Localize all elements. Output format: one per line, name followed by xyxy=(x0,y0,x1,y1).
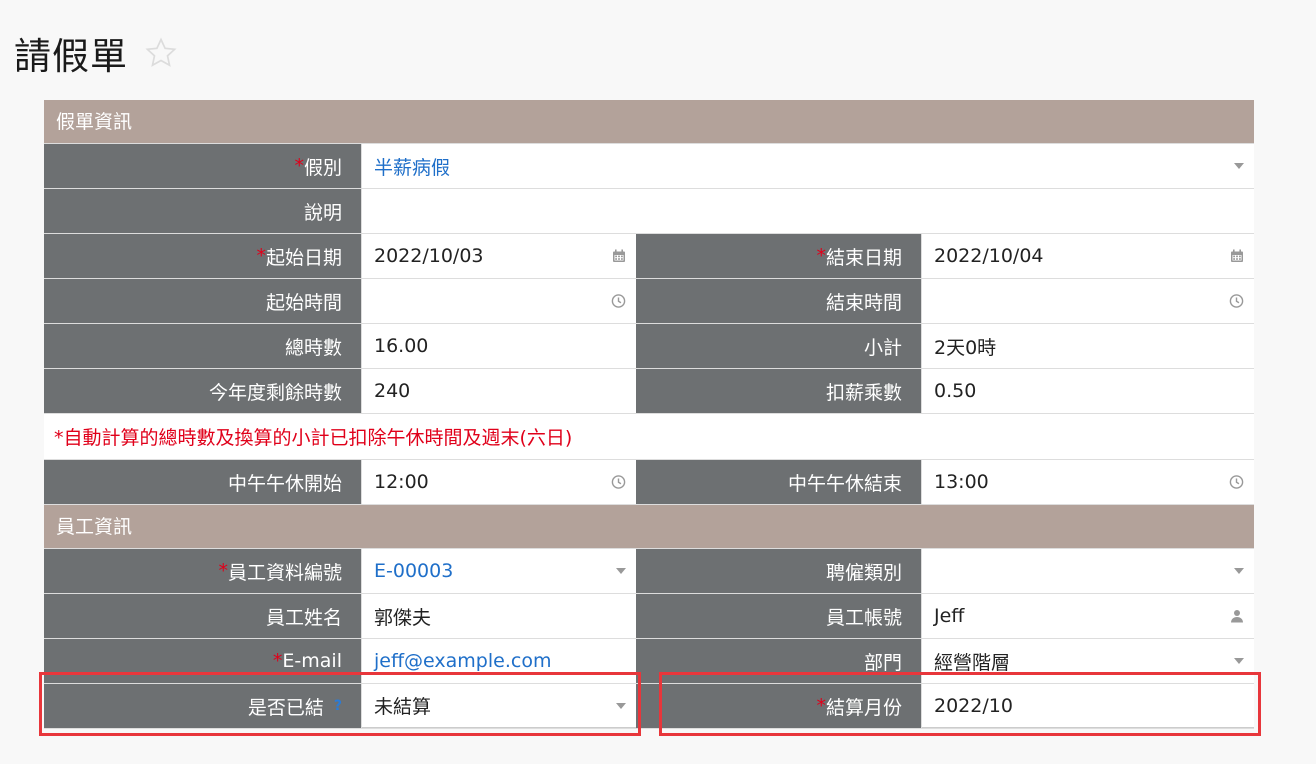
label-text: 結束時間 xyxy=(825,291,902,314)
row-lunch: 中午午休開始 12:00 中午午休結束 13:00 xyxy=(44,460,1254,505)
end-time-input[interactable] xyxy=(922,279,1254,323)
required-mark: * xyxy=(272,650,283,672)
label-employment-type: 聘僱類別 xyxy=(636,549,922,593)
email-value[interactable]: jeff@example.com xyxy=(374,650,551,672)
calendar-icon[interactable] xyxy=(612,249,626,263)
label-deduction-rate: 扣薪乘數 xyxy=(636,369,922,413)
label-text: 聘僱類別 xyxy=(825,561,902,584)
label-employee-id: * 員工資料編號 xyxy=(44,549,362,593)
label-start-date: * 起始日期 xyxy=(44,234,362,278)
chevron-down-icon xyxy=(1234,658,1244,664)
row-employee-id: * 員工資料編號 E-00003 聘僱類別 xyxy=(44,549,1254,594)
deduction-rate-text: 0.50 xyxy=(934,380,977,402)
remaining-hours-text: 240 xyxy=(374,380,411,402)
chevron-down-icon xyxy=(1234,163,1244,169)
employee-account-value: Jeff xyxy=(922,594,1254,638)
row-description: 說明 xyxy=(44,189,1254,234)
start-time-input[interactable] xyxy=(362,279,636,323)
row-leave-type: * 假別 半薪病假 xyxy=(44,144,1254,189)
clock-icon[interactable] xyxy=(1229,294,1244,309)
employee-id-select[interactable]: E-00003 xyxy=(362,549,636,593)
subtotal-value: 2天0時 xyxy=(922,324,1254,368)
clock-icon[interactable] xyxy=(611,475,626,490)
label-text: 中午午休結束 xyxy=(787,472,902,495)
deduction-rate-value: 0.50 xyxy=(922,369,1254,413)
required-mark: * xyxy=(256,245,266,267)
start-date-input[interactable]: 2022/10/03 xyxy=(362,234,636,278)
label-subtotal: 小計 xyxy=(636,324,922,368)
chevron-down-icon xyxy=(616,568,626,574)
label-end-date: * 結束日期 xyxy=(636,234,922,278)
description-input[interactable] xyxy=(362,189,1254,233)
auto-calc-note: *自動計算的總時數及換算的小計已扣除午休時間及週末(六日) xyxy=(44,414,1254,460)
label-text: 起始時間 xyxy=(265,291,342,314)
label-employee-name: 員工姓名 xyxy=(44,594,362,638)
required-mark: * xyxy=(294,155,304,177)
employee-name-value: 郭傑夫 xyxy=(362,594,636,638)
required-mark: * xyxy=(218,560,228,582)
employment-type-select[interactable] xyxy=(922,549,1254,593)
label-total-hours: 總時數 xyxy=(44,324,362,368)
label-text: 員工資料編號 xyxy=(227,561,342,584)
highlight-box-settled xyxy=(39,672,641,736)
label-start-time: 起始時間 xyxy=(44,279,362,323)
label-text: 起始日期 xyxy=(265,246,342,269)
label-text: 員工帳號 xyxy=(825,606,902,629)
leave-type-value: 半薪病假 xyxy=(374,156,451,179)
required-mark: * xyxy=(816,245,826,267)
label-leave-type: * 假別 xyxy=(44,144,362,188)
end-date-value: 2022/10/04 xyxy=(934,245,1044,267)
label-text: 假別 xyxy=(303,156,342,179)
total-hours-value: 16.00 xyxy=(362,324,636,368)
row-dates: * 起始日期 2022/10/03 * 結束日期 2022/10/04 xyxy=(44,234,1254,279)
department-value: 經營階層 xyxy=(934,651,1011,674)
label-text: 中午午休開始 xyxy=(227,472,342,495)
label-text: 說明 xyxy=(303,201,342,224)
lunch-start-value: 12:00 xyxy=(374,471,429,493)
page-title: 請假單 xyxy=(14,26,178,80)
leave-type-select[interactable]: 半薪病假 xyxy=(362,144,1254,188)
label-text: 員工姓名 xyxy=(265,606,342,629)
leave-form: 假單資訊 * 假別 半薪病假 說明 * 起始日期 2022/10/03 * 結束日期 … xyxy=(44,100,1254,729)
employee-account-text: Jeff xyxy=(934,605,965,627)
label-text: 總時數 xyxy=(284,336,342,359)
remaining-hours-value: 240 xyxy=(362,369,636,413)
label-employee-account: 員工帳號 xyxy=(636,594,922,638)
label-text: E-mail xyxy=(282,650,342,672)
employee-id-value: E-00003 xyxy=(374,560,454,582)
row-hours: 總時數 16.00 小計 2天0時 xyxy=(44,324,1254,369)
clock-icon[interactable] xyxy=(611,294,626,309)
label-end-time: 結束時間 xyxy=(636,279,922,323)
subtotal-text: 2天0時 xyxy=(934,336,997,359)
lunch-end-value: 13:00 xyxy=(934,471,989,493)
start-date-value: 2022/10/03 xyxy=(374,245,484,267)
label-text: 結束日期 xyxy=(825,246,902,269)
section-leave-info: 假單資訊 xyxy=(44,100,1254,144)
label-lunch-start: 中午午休開始 xyxy=(44,460,362,504)
clock-icon[interactable] xyxy=(1229,475,1244,490)
end-date-input[interactable]: 2022/10/04 xyxy=(922,234,1254,278)
star-icon[interactable] xyxy=(144,36,178,70)
row-employee-name: 員工姓名 郭傑夫 員工帳號 Jeff xyxy=(44,594,1254,639)
label-text: 部門 xyxy=(863,651,902,674)
label-text: 扣薪乘數 xyxy=(825,381,902,404)
row-times: 起始時間 結束時間 xyxy=(44,279,1254,324)
user-icon xyxy=(1230,609,1244,623)
page-title-text: 請假單 xyxy=(14,35,128,78)
calendar-icon[interactable] xyxy=(1230,249,1244,263)
section-employee-info: 員工資訊 xyxy=(44,505,1254,549)
total-hours-text: 16.00 xyxy=(374,335,429,357)
label-text: 小計 xyxy=(863,336,902,359)
label-lunch-end: 中午午休結束 xyxy=(636,460,922,504)
highlight-box-settle-month xyxy=(659,672,1261,736)
row-remaining: 今年度剩餘時數 240 扣薪乘數 0.50 xyxy=(44,369,1254,414)
lunch-end-input[interactable]: 13:00 xyxy=(922,460,1254,504)
label-description: 說明 xyxy=(44,189,362,233)
chevron-down-icon xyxy=(1234,568,1244,574)
employee-name-text: 郭傑夫 xyxy=(374,606,432,629)
lunch-start-input[interactable]: 12:00 xyxy=(362,460,636,504)
label-text: 今年度剩餘時數 xyxy=(208,381,342,404)
label-remaining-hours: 今年度剩餘時數 xyxy=(44,369,362,413)
